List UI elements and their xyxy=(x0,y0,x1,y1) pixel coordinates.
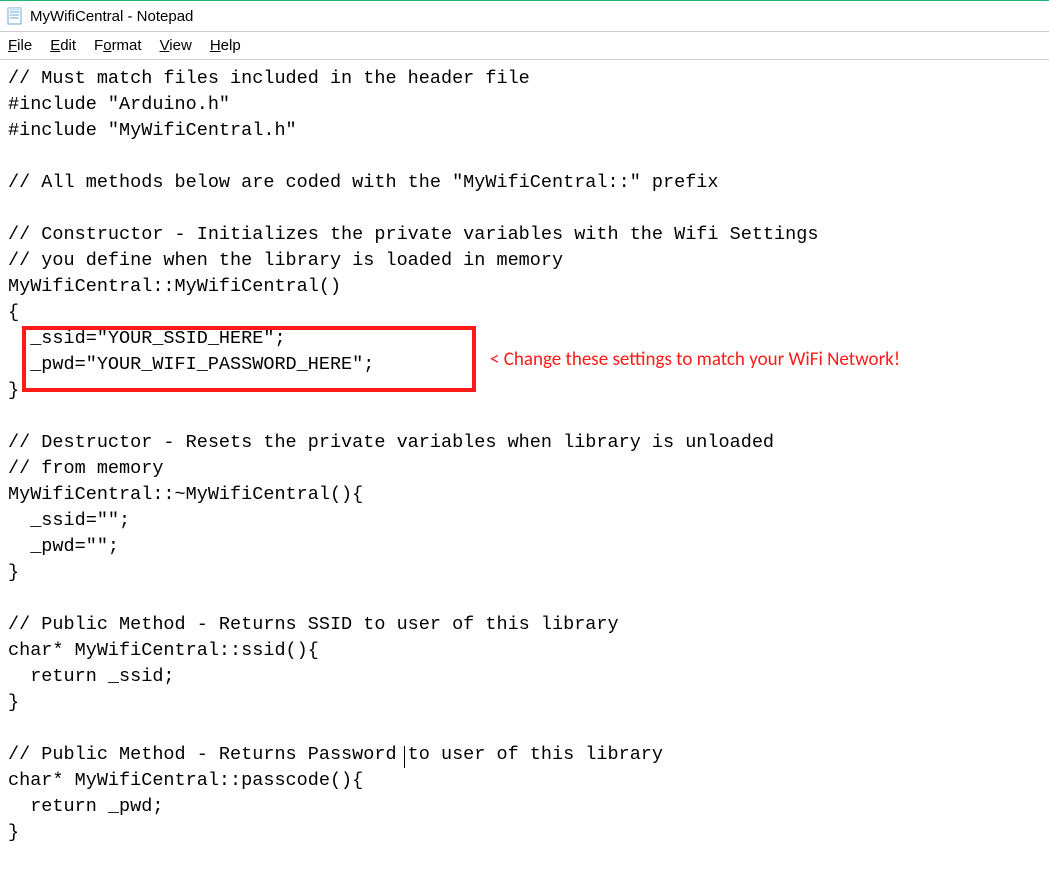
menu-edit[interactable]: Edit xyxy=(46,35,80,56)
code-line: // Destructor - Resets the private varia… xyxy=(8,432,774,453)
code-line: _pwd=""; xyxy=(8,536,119,557)
code-line: } xyxy=(8,822,19,843)
code-line: char* MyWifiCentral::ssid(){ xyxy=(8,640,319,661)
menu-bar: File Edit Format View Help xyxy=(0,32,1049,60)
notepad-icon xyxy=(6,7,24,25)
code-line: _ssid="YOUR_SSID_HERE"; xyxy=(8,328,286,349)
code-line: #include "Arduino.h" xyxy=(8,94,230,115)
editor-area[interactable]: < Change these settings to match your Wi… xyxy=(0,60,1049,852)
code-line: #include "MyWifiCentral.h" xyxy=(8,120,297,141)
code-line: MyWifiCentral::MyWifiCentral() xyxy=(8,276,341,297)
code-line: // Public Method - Returns SSID to user … xyxy=(8,614,619,635)
window-titlebar: MyWifiCentral - Notepad xyxy=(0,0,1049,32)
code-line: // Public Method - Returns Password to u… xyxy=(8,744,663,765)
menu-format[interactable]: Format xyxy=(90,35,146,56)
code-line: // All methods below are coded with the … xyxy=(8,172,719,193)
code-line: char* MyWifiCentral::passcode(){ xyxy=(8,770,363,791)
code-line: } xyxy=(8,692,19,713)
code-line: return _ssid; xyxy=(8,666,175,687)
code-line: { xyxy=(8,302,19,323)
code-line: // Constructor - Initializes the private… xyxy=(8,224,818,245)
code-line: } xyxy=(8,380,19,401)
code-content[interactable]: // Must match files included in the head… xyxy=(8,66,1041,846)
code-line: // from memory xyxy=(8,458,163,479)
code-line: return _pwd; xyxy=(8,796,163,817)
code-line: // you define when the library is loaded… xyxy=(8,250,563,271)
code-line: // Must match files included in the head… xyxy=(8,68,530,89)
code-line: MyWifiCentral::~MyWifiCentral(){ xyxy=(8,484,363,505)
code-line: _pwd="YOUR_WIFI_PASSWORD_HERE"; xyxy=(8,354,374,375)
window-title: MyWifiCentral - Notepad xyxy=(30,8,193,25)
annotation-text: < Change these settings to match your Wi… xyxy=(490,348,900,371)
menu-file[interactable]: File xyxy=(4,35,36,56)
menu-view[interactable]: View xyxy=(156,35,196,56)
code-line: } xyxy=(8,562,19,583)
text-cursor xyxy=(404,746,405,768)
code-line: _ssid=""; xyxy=(8,510,130,531)
menu-help[interactable]: Help xyxy=(206,35,245,56)
